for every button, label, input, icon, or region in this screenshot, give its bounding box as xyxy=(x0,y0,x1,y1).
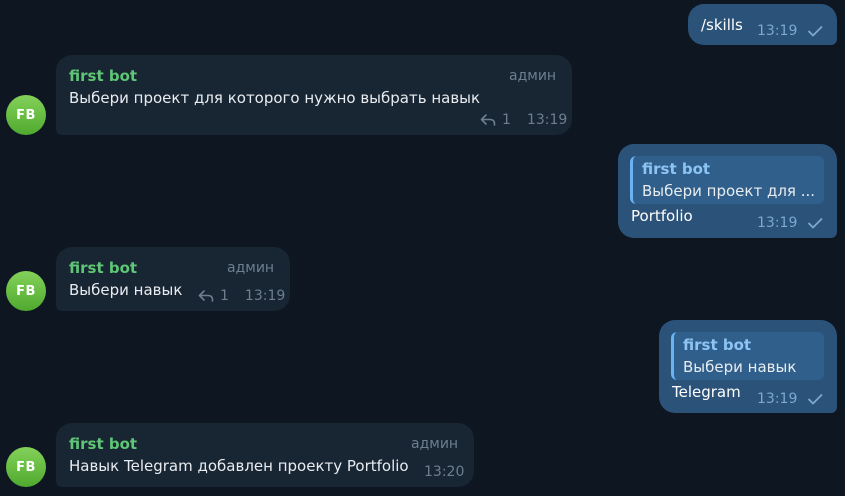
admin-badge: админ xyxy=(509,68,557,84)
message-text: Выбери навык xyxy=(69,281,183,299)
reply-arrow-icon[interactable] xyxy=(480,113,496,127)
quote-sender: first bot xyxy=(683,336,752,354)
checkmark-icon xyxy=(808,218,823,229)
reply-quote[interactable]: first bot Выбери проект для ... xyxy=(630,156,824,204)
message-time: 13:20 xyxy=(424,464,465,480)
checkmark-icon xyxy=(808,26,823,37)
message-text: /skills xyxy=(701,16,743,34)
message-outgoing[interactable]: first bot Выбери навык Telegram 13:19 xyxy=(659,320,837,413)
avatar[interactable]: FB xyxy=(6,271,46,311)
message-meta: 1 13:19 xyxy=(198,287,285,305)
message-time: 13:19 xyxy=(526,112,568,128)
message-text: Навык Telegram добавлен проекту Portfoli… xyxy=(69,457,409,475)
quote-text: Выбери проект для ... xyxy=(642,182,816,200)
message-outgoing[interactable]: /skills 13:19 xyxy=(688,4,837,45)
admin-badge: админ xyxy=(227,260,275,276)
message-meta: 1 13:19 xyxy=(480,111,567,129)
quote-sender: first bot xyxy=(642,160,711,178)
checkmark-icon xyxy=(808,394,823,405)
message-time: 13:19 xyxy=(757,391,798,407)
message-text: Выбери проект для которого нужно выбрать… xyxy=(69,89,481,107)
avatar[interactable]: FB xyxy=(6,95,46,135)
reply-count[interactable]: 1 xyxy=(502,111,511,129)
reply-arrow-icon[interactable] xyxy=(198,289,214,303)
sender-name[interactable]: first bot xyxy=(69,435,137,453)
message-incoming[interactable]: first bot админ Навык Telegram добавлен … xyxy=(56,423,474,487)
message-text: Portfolio xyxy=(631,207,693,225)
sender-name[interactable]: first bot xyxy=(69,67,137,85)
message-time: 13:19 xyxy=(244,288,286,304)
sender-name[interactable]: first bot xyxy=(69,259,137,277)
message-time: 13:19 xyxy=(757,23,798,39)
message-outgoing[interactable]: first bot Выбери проект для ... Portfoli… xyxy=(618,144,837,238)
message-incoming[interactable]: first bot админ Выбери проект для которо… xyxy=(56,55,572,135)
message-incoming[interactable]: first bot админ Выбери навык 1 13:19 xyxy=(56,247,290,311)
reply-quote[interactable]: first bot Выбери навык xyxy=(671,332,824,380)
message-time: 13:19 xyxy=(757,215,798,231)
admin-badge: админ xyxy=(411,436,459,452)
avatar[interactable]: FB xyxy=(6,447,46,487)
reply-count[interactable]: 1 xyxy=(220,287,229,305)
message-text: Telegram xyxy=(672,383,741,401)
quote-text: Выбери навык xyxy=(683,358,797,376)
